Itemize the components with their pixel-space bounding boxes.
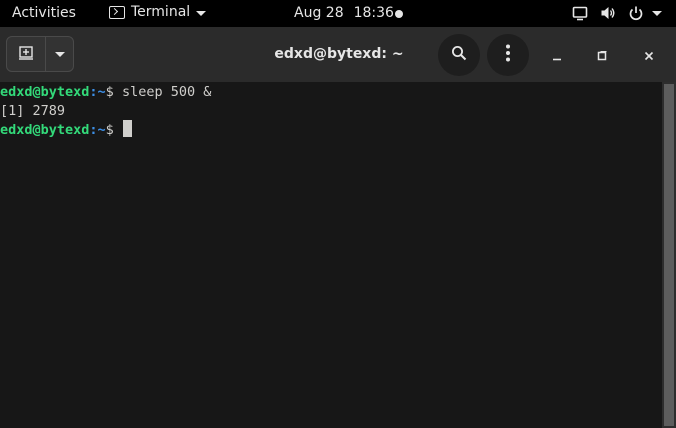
volume-icon	[600, 5, 616, 21]
maximize-button[interactable]	[591, 44, 613, 66]
output-text: [1] 2789	[0, 102, 66, 119]
chevron-down-icon	[196, 10, 207, 16]
minimize-icon	[552, 46, 562, 65]
search-button[interactable]	[438, 34, 480, 76]
clock[interactable]: Aug 28 18:36	[294, 5, 394, 21]
menu-button[interactable]	[487, 34, 529, 76]
close-button[interactable]	[638, 44, 660, 66]
app-menu-terminal[interactable]: Terminal	[109, 4, 207, 20]
system-tray[interactable]	[572, 5, 662, 21]
notification-dot-icon	[395, 10, 403, 18]
power-icon	[628, 5, 644, 21]
terminal-line: edxd@bytexd:~$	[0, 120, 662, 139]
terminal-line: edxd@bytexd:~$ sleep 500 &	[0, 83, 662, 102]
app-menu-label: Terminal	[131, 4, 191, 20]
activities-button[interactable]: Activities	[12, 5, 76, 21]
maximize-icon	[597, 46, 607, 65]
terminal-output[interactable]: edxd@bytexd:~$ sleep 500 & [1] 2789 edxd…	[0, 82, 662, 428]
chevron-down-icon	[652, 10, 662, 16]
search-icon	[451, 45, 467, 65]
scrollbar[interactable]	[662, 82, 676, 428]
scrollbar-thumb[interactable]	[664, 84, 674, 426]
prompt-symbol: $	[105, 84, 122, 100]
text-cursor	[122, 120, 132, 137]
prompt-user: edxd@bytexd	[0, 84, 90, 100]
close-icon	[644, 46, 654, 65]
prompt-symbol: $	[105, 122, 122, 138]
terminal-line: [1] 2789	[0, 102, 662, 121]
terminal-icon	[109, 6, 125, 19]
top-bar: Activities Terminal Aug 28 18:36	[0, 0, 676, 27]
kebab-menu-icon	[505, 44, 511, 66]
terminal-headerbar: edxd@bytexd: ~	[0, 27, 676, 82]
window-title: edxd@bytexd: ~	[274, 46, 404, 62]
prompt-user: edxd@bytexd	[0, 122, 90, 138]
prompt-path: :~	[89, 84, 106, 100]
minimize-button[interactable]	[546, 44, 568, 66]
clock-time: 18:36	[353, 5, 394, 21]
command-text: sleep 500 &	[121, 84, 212, 100]
prompt-path: :~	[89, 122, 106, 138]
screen-icon	[572, 5, 588, 21]
clock-date: Aug 28	[294, 5, 344, 21]
